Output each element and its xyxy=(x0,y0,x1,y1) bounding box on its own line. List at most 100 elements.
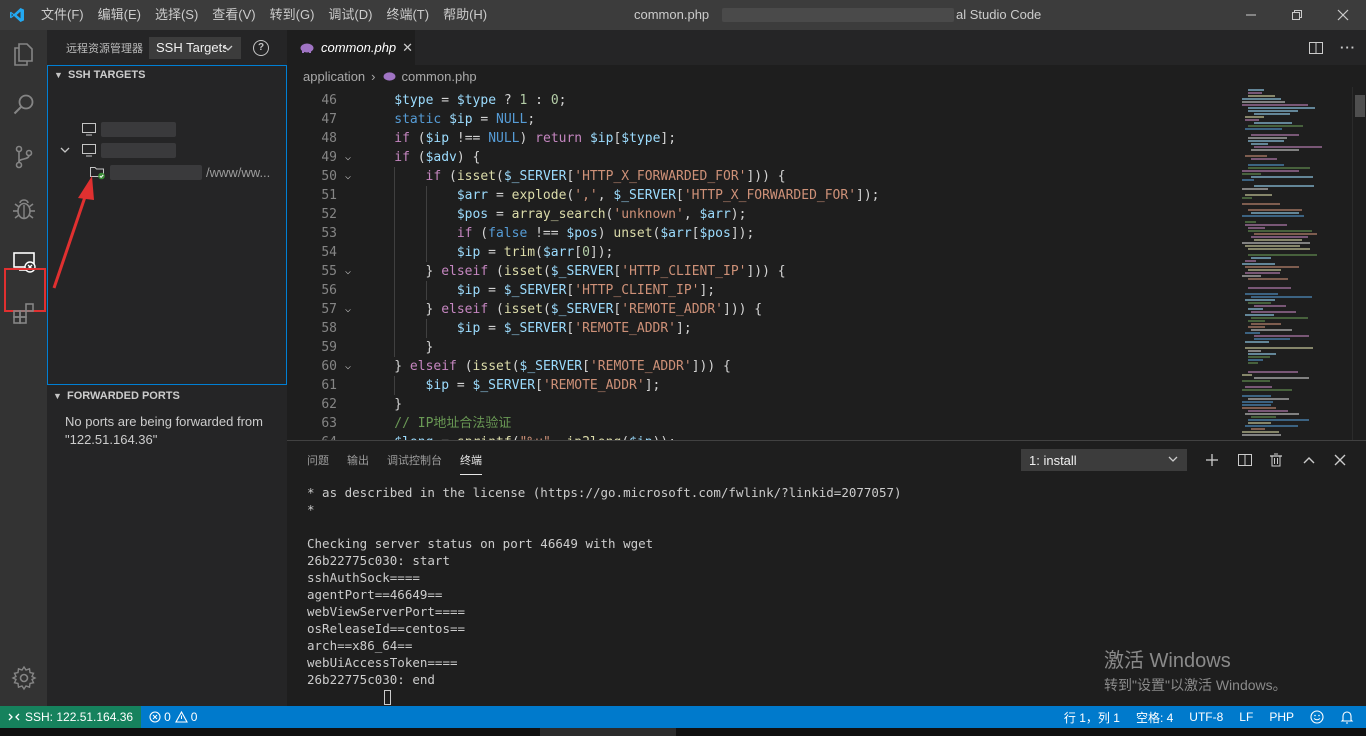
warning-count: 0 xyxy=(190,710,198,724)
code-line[interactable]: 54 $ip = trim($arr[0]); xyxy=(287,243,1237,262)
more-actions-icon[interactable]: ··· xyxy=(1330,40,1366,55)
maximize-panel-button[interactable] xyxy=(1298,449,1320,471)
feedback-icon[interactable] xyxy=(1302,710,1332,724)
code-line[interactable]: 47 static $ip = NULL; xyxy=(287,110,1237,129)
line-number: 53 xyxy=(321,226,337,241)
tab-debug-console[interactable]: 调试控制台 xyxy=(387,446,442,474)
remote-type-select[interactable]: SSH Targets xyxy=(149,36,241,59)
fold-chevron-icon[interactable]: ⌵ xyxy=(345,262,351,281)
fold-chevron-icon[interactable]: ⌵ xyxy=(345,148,351,167)
help-icon[interactable]: ? xyxy=(253,39,269,56)
terminal-line: Checking server status on port 46649 wit… xyxy=(307,536,654,551)
remote-indicator[interactable]: SSH: 122.51.164.36 xyxy=(0,706,142,728)
minimize-button[interactable] xyxy=(1228,0,1274,30)
editor-scrollbar[interactable] xyxy=(1352,87,1366,440)
code-line[interactable]: 58 $ip = $_SERVER['REMOTE_ADDR']; xyxy=(287,319,1237,338)
code-line[interactable]: 64 $long = sprintf("%u", ip2long($ip)); xyxy=(287,433,1237,440)
tab-common-php[interactable]: common.php ✕ xyxy=(287,30,415,65)
kill-terminal-button[interactable] xyxy=(1265,449,1287,471)
minimap-line xyxy=(1248,326,1265,328)
search-button[interactable] xyxy=(0,81,47,129)
code-line[interactable]: 62} xyxy=(287,395,1237,414)
tab-problems[interactable]: 问题 xyxy=(307,446,329,474)
encoding[interactable]: UTF-8 xyxy=(1181,710,1231,724)
scrollbar-thumb[interactable] xyxy=(1355,95,1365,117)
code-line[interactable]: 57 ⌵} elseif (isset($_SERVER['REMOTE_ADDR… xyxy=(287,300,1237,319)
code-line[interactable]: 48 if ($ip !== NULL) return $ip[$type]; xyxy=(287,129,1237,148)
minimap-line xyxy=(1251,317,1308,319)
minimap-line xyxy=(1248,320,1265,322)
manage-button[interactable] xyxy=(0,654,47,702)
indent-guide xyxy=(394,262,396,281)
minimap-line xyxy=(1248,350,1261,352)
code-line[interactable]: 63 // IP地址合法验证 xyxy=(287,414,1237,433)
source-control-button[interactable] xyxy=(0,133,47,181)
cursor-position[interactable]: 行 1，列 1 xyxy=(1056,709,1128,726)
extensions-button[interactable] xyxy=(0,289,47,337)
language-mode[interactable]: PHP xyxy=(1261,710,1302,724)
split-terminal-button[interactable] xyxy=(1234,449,1256,471)
code-line[interactable]: 49 ⌵ if ($adv) { xyxy=(287,148,1237,167)
close-tab-icon[interactable]: ✕ xyxy=(402,40,413,56)
code-line[interactable]: 50 ⌵ if (isset($_SERVER['HTTP_X_FORWARDED_… xyxy=(287,167,1237,186)
code-line[interactable]: 52 $pos = array_search('unknown', $arr); xyxy=(287,205,1237,224)
terminal-select-value: 1: install xyxy=(1029,452,1077,468)
problems-indicator[interactable]: 0 0 xyxy=(141,710,205,724)
menu-selection[interactable]: 选择(S) xyxy=(148,0,205,30)
fold-chevron-icon[interactable]: ⌵ xyxy=(345,300,351,319)
notifications-icon[interactable] xyxy=(1332,710,1362,724)
menu-help[interactable]: 帮助(H) xyxy=(436,0,494,30)
split-editor-button[interactable] xyxy=(1302,41,1330,55)
terminal-output[interactable]: * as described in the license (https://g… xyxy=(307,484,902,705)
line-ending[interactable]: LF xyxy=(1231,710,1261,724)
minimap-line xyxy=(1248,419,1309,421)
menu-edit[interactable]: 编辑(E) xyxy=(91,0,148,30)
menu-go[interactable]: 转到(G) xyxy=(263,0,322,30)
code-line[interactable]: 61 $ip = $_SERVER['REMOTE_ADDR']; xyxy=(287,376,1237,395)
code-line[interactable]: 51 $arr = explode(',', $_SERVER['HTTP_X_F… xyxy=(287,186,1237,205)
indent-guide xyxy=(425,281,427,300)
code-line[interactable]: 56 $ip = $_SERVER['HTTP_CLIENT_IP']; xyxy=(287,281,1237,300)
explorer-button[interactable] xyxy=(0,30,47,78)
fold-chevron-icon[interactable]: ⌵ xyxy=(345,357,351,376)
code-line[interactable]: 59} xyxy=(287,338,1237,357)
close-panel-button[interactable] xyxy=(1329,449,1351,471)
close-window-button[interactable] xyxy=(1320,0,1366,30)
minimap-line xyxy=(1254,233,1317,235)
tab-output[interactable]: 输出 xyxy=(347,446,369,474)
indentation[interactable]: 空格: 4 xyxy=(1128,709,1181,726)
fold-chevron-icon[interactable]: ⌵ xyxy=(345,167,351,186)
menu-view[interactable]: 查看(V) xyxy=(205,0,262,30)
tab-terminal[interactable]: 终端 xyxy=(460,446,482,475)
code-line[interactable]: 46 $type = $type ? 1 : 0; xyxy=(287,91,1237,110)
minimap-line xyxy=(1242,98,1281,100)
terminal-select[interactable]: 1: install xyxy=(1021,449,1187,471)
minimap-line xyxy=(1251,236,1308,238)
code-line[interactable]: 53 if (false !== $pos) unset($arr[$pos]); xyxy=(287,224,1237,243)
new-terminal-button[interactable] xyxy=(1201,449,1223,471)
code-line[interactable]: 60 ⌵} elseif (isset($_SERVER['REMOTE_ADDR… xyxy=(287,357,1237,376)
code-editor[interactable]: 46 $type = $type ? 1 : 0; 47 static $ip = N… xyxy=(287,87,1237,440)
minimap-line xyxy=(1251,134,1299,136)
menu-terminal[interactable]: 终端(T) xyxy=(379,0,436,30)
code-text: } elseif (isset($_SERVER['REMOTE_ADDR'])… xyxy=(394,359,731,374)
annotation-arrow-icon xyxy=(52,176,94,289)
breadcrumb-file[interactable]: common.php xyxy=(402,69,477,84)
menu-debug[interactable]: 调试(D) xyxy=(321,0,379,30)
breadcrumb-folder[interactable]: application xyxy=(303,69,365,84)
menu-file[interactable]: 文件(F) xyxy=(34,0,91,30)
minimap-line xyxy=(1248,137,1287,139)
indent-guide xyxy=(394,319,396,338)
minimap-line xyxy=(1245,341,1269,343)
minimap-line xyxy=(1248,278,1288,280)
minimap-line xyxy=(1254,122,1292,124)
indent-guide xyxy=(394,376,396,395)
forwarded-ports-header[interactable]: ▼ FORWARDED PORTS xyxy=(47,386,287,406)
debug-button[interactable] xyxy=(0,185,47,233)
minimap[interactable] xyxy=(1238,87,1352,440)
minimap-line xyxy=(1251,416,1276,418)
code-line[interactable]: 55 ⌵} elseif (isset($_SERVER['HTTP_CLIENT… xyxy=(287,262,1237,281)
search-icon xyxy=(13,94,33,115)
restore-button[interactable] xyxy=(1274,0,1320,30)
status-bar-right: 行 1，列 1 空格: 4 UTF-8 LF PHP xyxy=(1056,706,1362,728)
